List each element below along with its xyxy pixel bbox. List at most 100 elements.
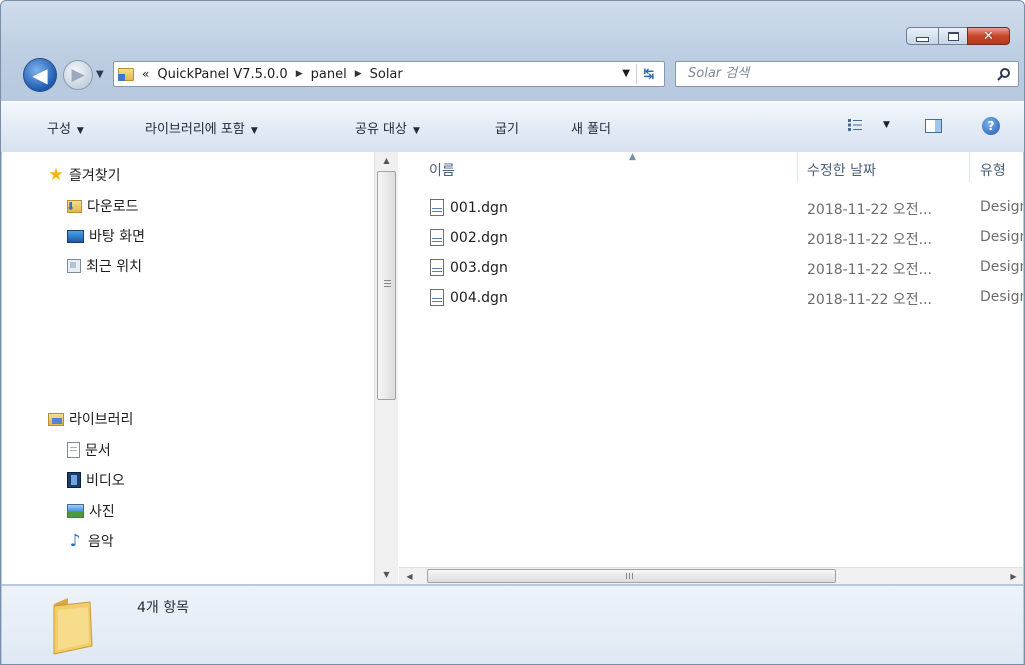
file-type: Design <box>980 199 1023 215</box>
scroll-right-icon[interactable]: ▶ <box>1005 568 1022 584</box>
downloads-icon <box>66 199 82 213</box>
include-in-library-menu[interactable]: 라이브러리에 포함 ▼ <box>145 118 258 137</box>
sidebar-item-music[interactable]: ♪ 음악 <box>67 531 114 551</box>
caption-buttons: ✕ <box>906 27 1010 45</box>
scroll-down-icon[interactable]: ▼ <box>375 566 398 583</box>
file-type: Design <box>980 259 1023 275</box>
column-header-name[interactable]: 이름 ▲ <box>429 152 636 180</box>
breadcrumb-overflow[interactable]: « <box>142 67 149 81</box>
grip-icon <box>384 280 391 287</box>
file-row[interactable]: 002.dgn <box>429 227 508 249</box>
search-icon[interactable] <box>994 64 1014 84</box>
music-icon: ♪ <box>69 531 81 551</box>
include-in-library-label: 라이브러리에 포함 <box>145 122 245 137</box>
star-icon: ★ <box>48 165 64 185</box>
videos-icon <box>67 472 81 488</box>
column-divider[interactable] <box>797 152 798 182</box>
maximize-button[interactable] <box>938 27 968 45</box>
file-row[interactable]: 003.dgn <box>429 257 508 279</box>
sidebar-item-documents[interactable]: 문서 <box>67 440 111 460</box>
scroll-left-icon[interactable]: ◀ <box>401 568 418 584</box>
libraries-icon <box>48 412 64 426</box>
file-row[interactable]: 004.dgn <box>429 287 508 309</box>
details-pane: 4개 항목 <box>2 585 1023 664</box>
search-input[interactable] <box>686 65 980 82</box>
documents-icon <box>67 442 80 458</box>
file-list-scrollbar[interactable]: ◀ ▶ <box>399 567 1023 584</box>
burn-button[interactable]: 굽기 <box>495 118 519 137</box>
file-name: 004.dgn <box>450 290 508 306</box>
preview-pane-icon[interactable] <box>925 119 942 133</box>
scrollbar-thumb[interactable] <box>427 569 836 583</box>
folder-icon <box>118 67 134 81</box>
breadcrumb-item[interactable]: panel <box>311 67 347 82</box>
column-divider[interactable] <box>969 152 970 182</box>
column-header-type[interactable]: 유형 <box>980 160 1006 180</box>
blank-region <box>42 276 287 389</box>
sidebar-item-label: 즐겨찾기 <box>69 168 121 184</box>
sidebar-item-libraries[interactable]: 라이브러리 <box>48 409 133 429</box>
sidebar-item-label: 바탕 화면 <box>89 229 145 245</box>
file-row[interactable]: 001.dgn <box>429 197 508 219</box>
sidebar-item-desktop[interactable]: 바탕 화면 <box>67 226 145 246</box>
desktop-icon <box>67 229 84 243</box>
back-arrow-icon: ◀ <box>32 63 48 87</box>
sidebar-item-downloads[interactable]: 다운로드 <box>66 196 139 216</box>
folder-icon <box>53 598 93 655</box>
back-button[interactable]: ◀ <box>23 58 57 92</box>
dgn-file-icon <box>429 259 445 277</box>
share-with-menu[interactable]: 공유 대상 ▼ <box>355 118 420 137</box>
grip-icon <box>626 573 633 579</box>
dgn-file-icon <box>429 229 445 247</box>
minimize-button[interactable] <box>906 27 939 45</box>
chevron-down-icon: ▼ <box>76 126 84 136</box>
address-bar[interactable]: « QuickPanel V7.5.0.0 ▶ panel ▶ Solar ▼ … <box>113 61 665 87</box>
view-dropdown-icon[interactable]: ▼ <box>883 120 890 130</box>
address-dropdown-icon[interactable]: ▼ <box>622 68 630 79</box>
column-header-date-modified[interactable]: 수정한 날짜 <box>807 160 876 180</box>
forward-button[interactable]: ▶ <box>63 60 93 90</box>
breadcrumb-item[interactable]: QuickPanel V7.5.0.0 <box>157 67 287 82</box>
file-date: 2018-11-22 오전... <box>807 232 932 248</box>
sidebar-item-label: 음악 <box>88 534 114 550</box>
scroll-up-icon[interactable]: ▲ <box>375 152 398 169</box>
organize-label: 구성 <box>47 122 71 137</box>
sidebar-item-label: 문서 <box>85 443 111 459</box>
sidebar-item-pictures[interactable]: 사진 <box>67 501 115 521</box>
column-header-label: 수정한 날짜 <box>807 163 876 179</box>
chevron-down-icon: ▼ <box>412 126 420 136</box>
new-folder-button[interactable]: 새 폴더 <box>571 118 611 137</box>
scrollbar-thumb[interactable] <box>377 171 396 400</box>
file-name: 002.dgn <box>450 230 508 246</box>
recent-pages-dropdown[interactable]: ▼ <box>96 69 108 81</box>
dgn-file-icon <box>429 289 445 307</box>
file-date: 2018-11-22 오전... <box>807 262 932 278</box>
sidebar-item-videos[interactable]: 비디오 <box>67 470 125 490</box>
navigation-bar: ◀ ▶ ▼ « QuickPanel V7.5.0.0 ▶ panel ▶ So… <box>1 53 1024 95</box>
share-with-label: 공유 대상 <box>355 122 407 137</box>
chevron-down-icon: ▼ <box>250 126 258 136</box>
sidebar-item-favorites[interactable]: ★ 즐겨찾기 <box>48 165 121 185</box>
item-count: 4개 항목 <box>137 600 189 616</box>
file-type: Design <box>980 229 1023 245</box>
breadcrumb-item[interactable]: Solar <box>370 67 403 82</box>
pictures-icon <box>67 504 84 518</box>
view-options-icon[interactable] <box>848 119 862 131</box>
file-name: 001.dgn <box>450 200 508 216</box>
content-area: ★ 즐겨찾기 다운로드 바탕 화면 최근 위치 라이브러리 <box>2 152 1023 584</box>
breadcrumb-separator-icon[interactable]: ▶ <box>355 69 362 79</box>
column-header-label: 유형 <box>980 163 1006 179</box>
close-icon: ✕ <box>983 28 994 44</box>
sidebar-item-label: 최근 위치 <box>86 259 142 275</box>
refresh-button[interactable]: ↹ <box>636 64 661 84</box>
sidebar-item-recent-places[interactable]: 최근 위치 <box>67 256 142 276</box>
close-button[interactable]: ✕ <box>967 27 1010 45</box>
breadcrumb-separator-icon[interactable]: ▶ <box>296 69 303 79</box>
search-box[interactable] <box>675 61 1019 87</box>
sidebar-item-label: 라이브러리 <box>69 412 134 428</box>
help-icon[interactable]: ? <box>982 117 1000 135</box>
organize-menu[interactable]: 구성 ▼ <box>47 118 84 137</box>
navigation-pane-scrollbar[interactable]: ▲ ▼ <box>374 152 398 584</box>
file-type: Design <box>980 289 1023 305</box>
maximize-icon <box>947 31 959 41</box>
